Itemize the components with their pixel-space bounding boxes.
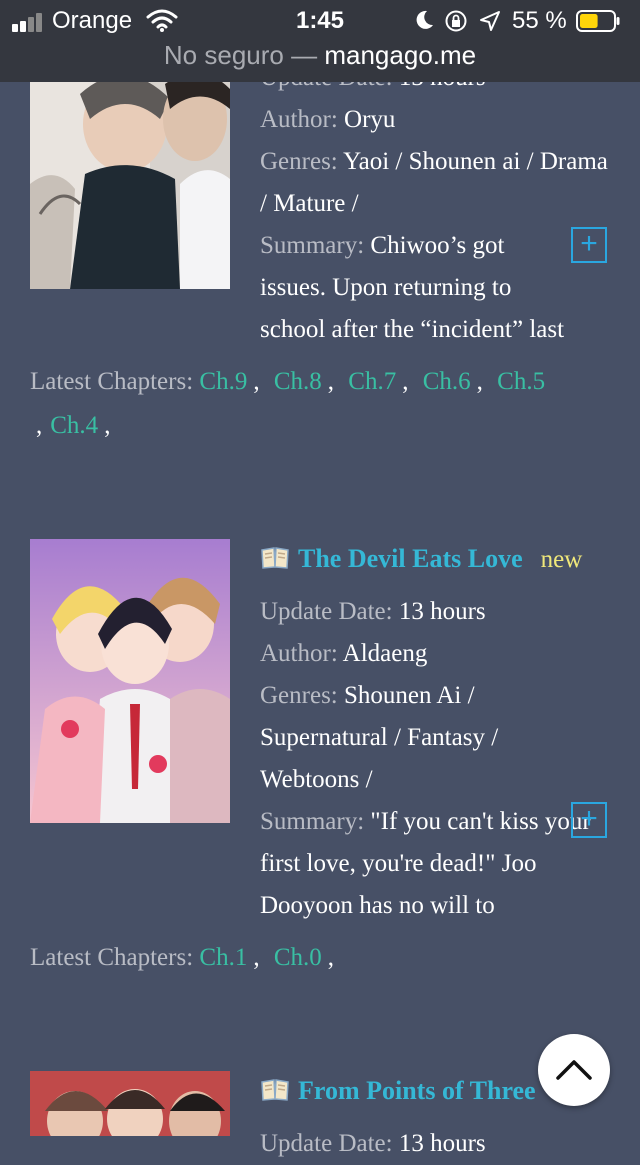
genres-row: Genres: Yaoi / Shounen ai / Drama / Matu… [260,148,608,217]
expand-summary-button[interactable]: + [571,802,607,838]
chapter-link[interactable]: Ch.1 [199,944,247,971]
cover-art [30,64,230,289]
author-link[interactable]: Oryu [344,106,395,133]
manga-title-link[interactable]: The Devil Eats Love [298,544,523,573]
domain-label: mangago.me [324,40,477,70]
chapter-link[interactable]: Ch.9 [199,368,247,395]
update-date-row: Update Date: 13 hours [260,598,486,625]
genres-row: Genres: Shounen Ai / Supernatural / Fant… [260,682,499,793]
manga-info: The Devil Eats Love new Update Date: 13 h… [260,538,610,927]
manga-cover[interactable] [30,1071,230,1136]
update-date-row: Update Date: 13 hours [260,1130,486,1157]
moon-icon [416,10,433,29]
chevron-up-icon [556,1060,592,1080]
plus-icon: + [580,227,598,260]
title-row: The Devil Eats Love new [260,538,610,581]
chapter-link[interactable]: Ch.6 [423,368,471,395]
cover-art [30,1071,230,1136]
summary-row: Summary: "If you can't kiss your first l… [260,808,591,919]
manga-info: Update Date: 13 hours Author: Oryu Genre… [260,57,610,351]
manga-cover[interactable] [30,64,230,289]
book-icon [261,547,289,569]
latest-chapters: Latest Chapters: Ch.9, Ch.8, Ch.7, Ch.6,… [30,368,546,439]
author-link[interactable]: Aldaeng [343,640,428,667]
chapter-link[interactable]: Ch.5 [497,368,545,395]
manga-list: Update Date: 13 hours Author: Oryu Genre… [0,0,640,1157]
plus-icon: + [580,802,598,835]
rotation-lock-icon [445,10,467,32]
location-icon [480,11,500,31]
cover-art [30,539,230,823]
chapter-link[interactable]: Ch.4 [50,412,98,439]
author-row: Author: Oryu [260,106,396,133]
book-icon [261,1079,289,1101]
new-badge: new [540,546,583,573]
chapter-link[interactable]: Ch.0 [274,944,322,971]
manga-cover[interactable] [30,539,230,823]
author-row: Author: Aldaeng [260,640,428,667]
latest-chapters: Latest Chapters: Ch.1, Ch.0, [30,944,335,971]
summary-row: Summary: Chiwoo’s got issues. Upon retur… [260,232,565,343]
battery-percent: 55 % [512,7,567,34]
chapter-link[interactable]: Ch.8 [274,368,322,395]
scroll-to-top-button[interactable] [538,1034,610,1106]
address-bar[interactable]: No seguro — mangago.me [0,40,640,71]
battery-icon [576,10,620,32]
status-bar: Orange 1:45 55 % No seguro — mangago.me [0,0,640,82]
manga-title-link[interactable]: From Points of Three [298,1076,536,1105]
not-secure-label: No seguro [163,40,284,70]
expand-summary-button[interactable]: + [571,227,607,263]
chapter-link[interactable]: Ch.7 [348,368,396,395]
